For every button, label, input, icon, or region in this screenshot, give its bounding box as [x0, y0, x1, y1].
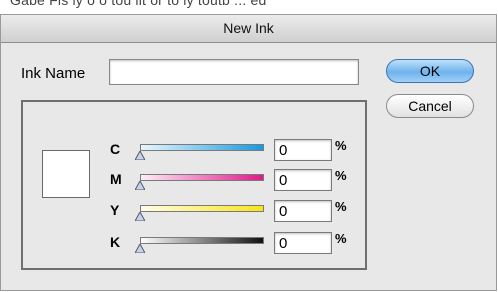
slider-track-k[interactable]: [140, 237, 264, 244]
channel-label-c: C: [110, 141, 121, 157]
value-input-c[interactable]: [274, 139, 332, 161]
slider-track-y[interactable]: [140, 205, 264, 212]
value-input-k[interactable]: [274, 232, 332, 254]
channel-row-y: Y %: [23, 199, 365, 224]
slider-track-m[interactable]: [140, 174, 264, 181]
slider-thumb-icon: [135, 212, 145, 221]
background-text: Gabe Fis ly o o tou lit or to ly toutb .…: [0, 0, 498, 14]
ink-name-input[interactable]: [109, 59, 359, 85]
percent-label-k: %: [335, 231, 347, 246]
slider-thumb-icon: [135, 151, 145, 160]
ok-button[interactable]: OK: [386, 59, 474, 83]
channel-label-k: K: [110, 234, 121, 250]
percent-label-m: %: [335, 168, 347, 183]
channel-row-k: K %: [23, 231, 365, 256]
ok-button-label: OK: [419, 63, 441, 79]
dialog-title: New Ink: [223, 20, 274, 36]
cancel-button[interactable]: Cancel: [386, 94, 474, 118]
slider-thumb-icon: [135, 181, 145, 190]
new-ink-dialog: New Ink Ink Name OK Cancel C % M: [0, 14, 497, 291]
slider-thumb-icon: [135, 244, 145, 253]
channel-row-c: C %: [23, 138, 365, 163]
percent-label-c: %: [335, 138, 347, 153]
color-group: C % M % Y: [21, 100, 367, 270]
channel-label-m: M: [110, 171, 122, 187]
screen: Gabe Fis ly o o tou lit or to ly toutb .…: [0, 0, 498, 292]
background-text-content: Gabe Fis ly o o tou lit or to ly toutb .…: [10, 0, 267, 8]
slider-track-c[interactable]: [140, 144, 264, 151]
value-input-y[interactable]: [274, 200, 332, 222]
cancel-button-label: Cancel: [408, 98, 452, 114]
channel-row-m: M %: [23, 168, 365, 193]
ink-name-label: Ink Name: [21, 65, 86, 82]
dialog-titlebar[interactable]: New Ink: [1, 15, 496, 43]
percent-label-y: %: [335, 199, 347, 214]
channel-label-y: Y: [110, 202, 120, 218]
value-input-m[interactable]: [274, 169, 332, 191]
